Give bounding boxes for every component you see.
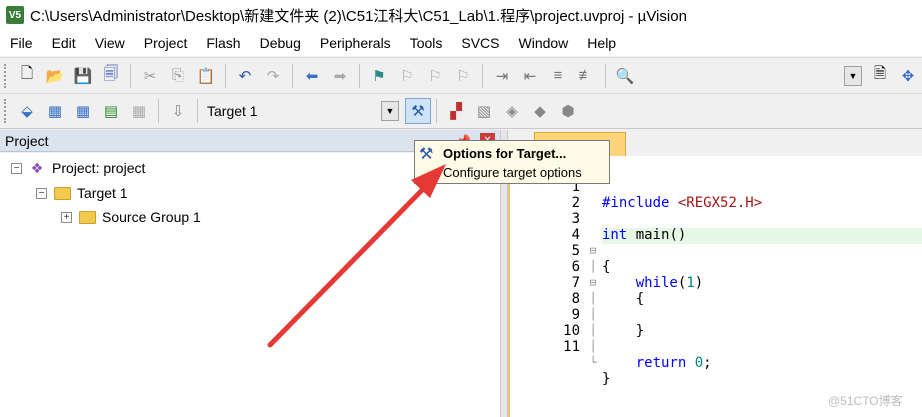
cut-icon[interactable]: ✂ xyxy=(137,63,163,89)
tree-item-label: Project: project xyxy=(52,160,146,176)
tree-item-source-group[interactable]: + Source Group 1 xyxy=(61,206,201,228)
menu-debug[interactable]: Debug xyxy=(250,35,310,51)
toolbar-separator xyxy=(158,99,159,123)
code-line: 7 │ xyxy=(571,275,597,305)
manage-project-items-icon[interactable]: ▞ xyxy=(443,98,469,124)
watermark: @51CTO博客 xyxy=(828,394,903,408)
batch-build-icon[interactable]: ▤ xyxy=(98,98,124,124)
copy-icon[interactable]: ⎘ xyxy=(165,63,191,89)
title-bar: V5 C:\Users\Administrator\Desktop\新建文件夹 … xyxy=(0,0,922,30)
collapse-icon[interactable]: − xyxy=(36,187,47,199)
menu-help[interactable]: Help xyxy=(577,35,625,51)
menu-svcs[interactable]: SVCS xyxy=(451,35,508,51)
paste-icon[interactable]: 📋 xyxy=(193,63,219,89)
project-panel-title: Project xyxy=(5,132,49,149)
project-icon: ❖ xyxy=(30,159,44,176)
code-editor[interactable]: 1 #include <REGX52.H> 2 3 int main() 4 ⊟… xyxy=(508,156,922,417)
menu-view[interactable]: View xyxy=(85,35,134,51)
tooltip-title: Options for Target... xyxy=(443,146,567,161)
next-bookmark-icon[interactable]: ⚐ xyxy=(422,63,448,89)
debug-session-icon[interactable]: ✥ xyxy=(895,63,921,89)
options-for-target-icon[interactable]: ⚒ xyxy=(405,98,431,124)
prev-bookmark-icon[interactable]: ⚐ xyxy=(394,63,420,89)
redo-icon[interactable]: ↷ xyxy=(260,63,286,89)
find-in-files-icon[interactable]: 🔍 xyxy=(612,63,638,89)
menu-peripherals[interactable]: Peripherals xyxy=(310,35,400,51)
toolbar-separator xyxy=(225,63,226,88)
target-select[interactable]: Target 1 xyxy=(203,99,381,123)
translate-icon[interactable]: ⬙ xyxy=(14,98,40,124)
menu-edit[interactable]: Edit xyxy=(42,35,85,51)
toolbar-separator xyxy=(359,63,360,88)
code-line: 9 │ xyxy=(571,307,597,337)
incremental-find-icon[interactable]: 🗎 xyxy=(867,63,893,89)
toolbar-separator xyxy=(482,63,483,88)
window-title: C:\Users\Administrator\Desktop\新建文件夹 (2)… xyxy=(30,7,687,25)
toolbar-grip[interactable] xyxy=(4,63,8,88)
options-for-target-icon: ⚒ xyxy=(419,146,434,163)
tooltip-description: Configure target options xyxy=(443,165,582,180)
code-line: 6 ⊟ { xyxy=(571,259,645,307)
code-line: 11 └ } xyxy=(563,339,611,387)
uncomment-icon[interactable]: ≢ xyxy=(573,63,599,89)
pack-installer-icon[interactable]: ◆ xyxy=(527,98,553,124)
toolbar-separator xyxy=(436,99,437,123)
navigate-back-icon[interactable]: ⬅ xyxy=(299,63,325,89)
indent-icon[interactable]: ⇥ xyxy=(489,63,515,89)
multi-project-icon[interactable]: ⬢ xyxy=(555,98,581,124)
menu-project[interactable]: Project xyxy=(134,35,197,51)
build-icon[interactable]: ▦ xyxy=(42,98,68,124)
expand-icon[interactable]: + xyxy=(61,211,72,223)
save-all-icon[interactable]: 🗐 xyxy=(98,63,124,89)
select-packs-icon[interactable]: ▧ xyxy=(471,98,497,124)
download-load-icon[interactable]: ⇩ xyxy=(165,98,191,124)
bookmark-icon[interactable]: ⚑ xyxy=(366,63,392,89)
file-toolbar: 🗋 📂 💾 🗐 ✂ ⎘ 📋 ↶ ↷ ⬅ ➡ ⚑ ⚐ ⚐ ⚐ ⇥ ⇤ ≡ ≢ 🔍 … xyxy=(0,57,922,93)
manage-rte-icon[interactable]: ◈ xyxy=(499,98,525,124)
menu-file[interactable]: File xyxy=(0,35,42,51)
collapse-icon[interactable]: − xyxy=(11,162,22,174)
tree-item-target[interactable]: − Target 1 xyxy=(36,182,128,204)
code-line: 4 ⊟ { xyxy=(571,227,611,275)
code-line: 8 │ } xyxy=(571,291,645,339)
toolbar-separator xyxy=(605,63,606,88)
build-toolbar: ⬙ ▦ ▦ ▤ ▦ ⇩ Target 1 ▼ ⚒ ▞ ▧ ◈ ◆ ⬢ xyxy=(0,93,922,129)
target-dropdown-button[interactable]: ▼ xyxy=(381,101,399,121)
tree-item-project[interactable]: − ❖ Project: project xyxy=(11,157,145,179)
toolbar-separator xyxy=(197,99,198,123)
menu-tools[interactable]: Tools xyxy=(400,35,452,51)
tree-item-label: Source Group 1 xyxy=(102,209,201,225)
code-line-text: return 0; xyxy=(635,355,712,371)
code-line: 5 │ while(1) xyxy=(571,243,704,291)
menu-flash[interactable]: Flash xyxy=(196,35,249,51)
comment-icon[interactable]: ≡ xyxy=(545,63,571,89)
uvision-app-icon: V5 xyxy=(6,6,24,24)
unindent-icon[interactable]: ⇤ xyxy=(517,63,543,89)
menu-bar: File Edit View Project Flash Debug Perip… xyxy=(0,30,922,56)
target-folder-icon xyxy=(53,185,71,201)
toolbar-separator xyxy=(130,63,131,88)
new-file-icon[interactable]: 🗋 xyxy=(14,63,40,89)
options-tooltip: ⚒ Options for Target... Configure target… xyxy=(414,140,610,184)
find-dropdown-button[interactable]: ▼ xyxy=(844,65,862,86)
menu-window[interactable]: Window xyxy=(509,35,578,51)
navigate-forward-icon[interactable]: ➡ xyxy=(327,63,353,89)
rebuild-icon[interactable]: ▦ xyxy=(70,98,96,124)
stop-build-icon[interactable]: ▦ xyxy=(126,98,152,124)
code-line: 3 int main() xyxy=(571,211,687,243)
project-tree: − ❖ Project: project − Target 1 + Source… xyxy=(0,153,500,417)
folder-icon xyxy=(78,209,96,225)
tree-item-label: Target 1 xyxy=(77,185,128,201)
clear-bookmarks-icon[interactable]: ⚐ xyxy=(450,63,476,89)
undo-icon[interactable]: ↶ xyxy=(232,63,258,89)
toolbar-grip[interactable] xyxy=(4,99,8,123)
open-folder-icon[interactable]: 📂 xyxy=(42,63,68,89)
code-line: 10 │ return 0; xyxy=(563,323,712,371)
save-icon[interactable]: 💾 xyxy=(70,63,96,89)
toolbar-separator xyxy=(292,63,293,88)
fold-line: │ xyxy=(589,340,597,353)
fold-end: └ xyxy=(589,356,597,369)
